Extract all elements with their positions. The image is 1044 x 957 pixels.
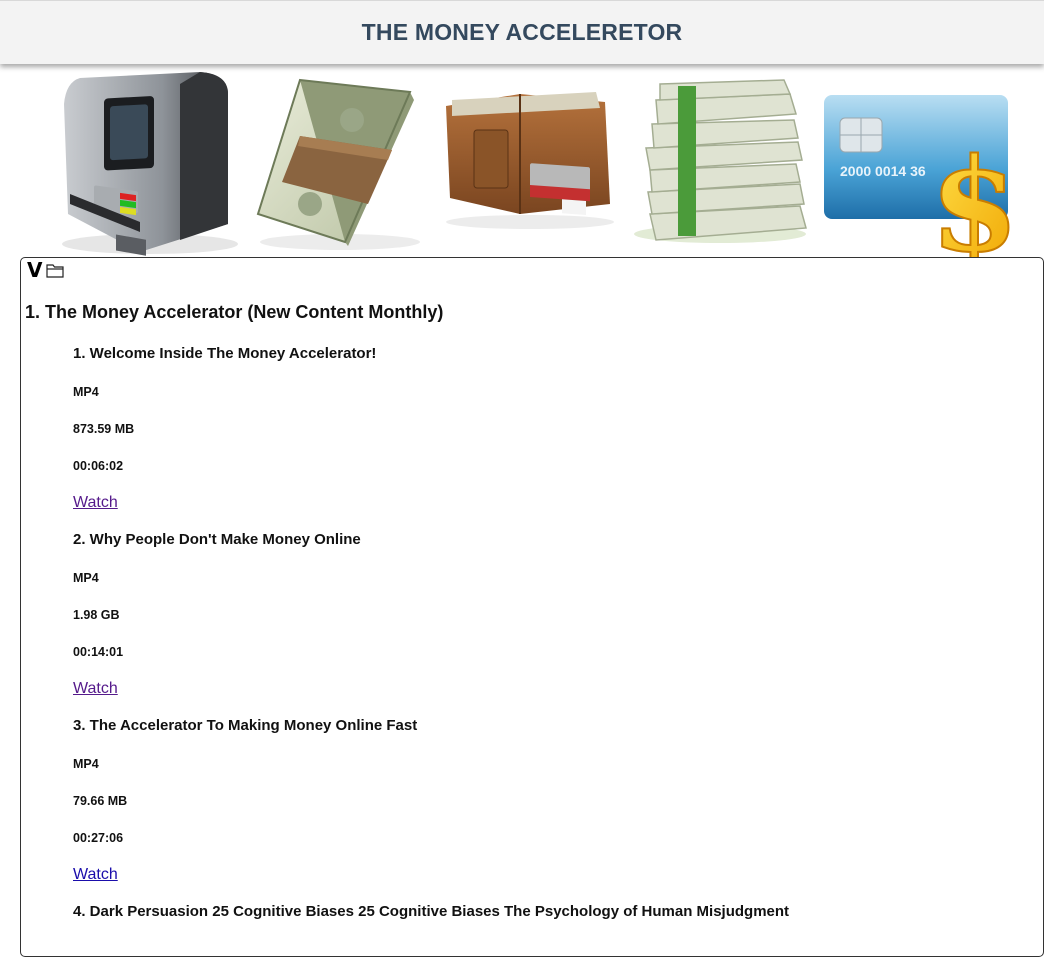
cash-bundle-icon xyxy=(256,78,420,250)
lesson-title: 3. The Accelerator To Making Money Onlin… xyxy=(73,717,418,734)
lesson-duration: 00:06:02 xyxy=(73,459,124,473)
content-panel: V 1. The Money Accelerator (New Content … xyxy=(20,257,1044,957)
page-header: THE MONEY ACCELERETOR xyxy=(0,0,1044,64)
lesson-title: 1. Welcome Inside The Money Accelerator! xyxy=(73,345,377,362)
lesson-title: 2. Why People Don't Make Money Online xyxy=(73,531,361,548)
banner-images: 2000 0014 36 $ xyxy=(0,64,1044,260)
credit-card-dollar-icon: 2000 0014 36 $ xyxy=(824,95,1020,260)
lesson-duration: 00:27:06 xyxy=(73,831,124,845)
lesson-format: MP4 xyxy=(73,757,99,771)
lesson-format: MP4 xyxy=(73,571,99,585)
list-item: 2. Why People Don't Make Money Online MP… xyxy=(73,530,1033,716)
lesson-title: 4. Dark Persuasion 25 Cognitive Biases 2… xyxy=(73,903,790,920)
atm-icon xyxy=(62,72,238,256)
lesson-list: 1. Welcome Inside The Money Accelerator!… xyxy=(73,344,1033,940)
section-title: 1. The Money Accelerator (New Content Mo… xyxy=(25,302,444,322)
lesson-size: 873.59 MB xyxy=(73,422,135,436)
lesson-duration: 00:14:01 xyxy=(73,645,124,659)
cash-stack-icon xyxy=(634,79,807,243)
watch-link[interactable]: Watch xyxy=(73,863,1033,902)
svg-text:2000 0014 36: 2000 0014 36 xyxy=(840,163,926,179)
list-item: 4. Dark Persuasion 25 Cognitive Biases 2… xyxy=(73,902,1033,940)
lesson-size: 1.98 GB xyxy=(73,608,120,622)
svg-text:$: $ xyxy=(930,131,1019,260)
page-title: THE MONEY ACCELERETOR xyxy=(361,19,683,45)
watch-link[interactable]: Watch xyxy=(73,677,1033,716)
lesson-size: 79.66 MB xyxy=(73,794,128,808)
list-item: 1. Welcome Inside The Money Accelerator!… xyxy=(73,344,1033,530)
wallet-icon xyxy=(446,92,614,229)
folder-icon[interactable] xyxy=(46,262,65,278)
watch-link[interactable]: Watch xyxy=(73,491,1033,530)
panel-toolbar: V xyxy=(27,258,65,282)
list-item: 3. The Accelerator To Making Money Onlin… xyxy=(73,716,1033,902)
lesson-format: MP4 xyxy=(73,385,99,399)
collapse-toggle-icon[interactable]: V xyxy=(27,260,42,280)
